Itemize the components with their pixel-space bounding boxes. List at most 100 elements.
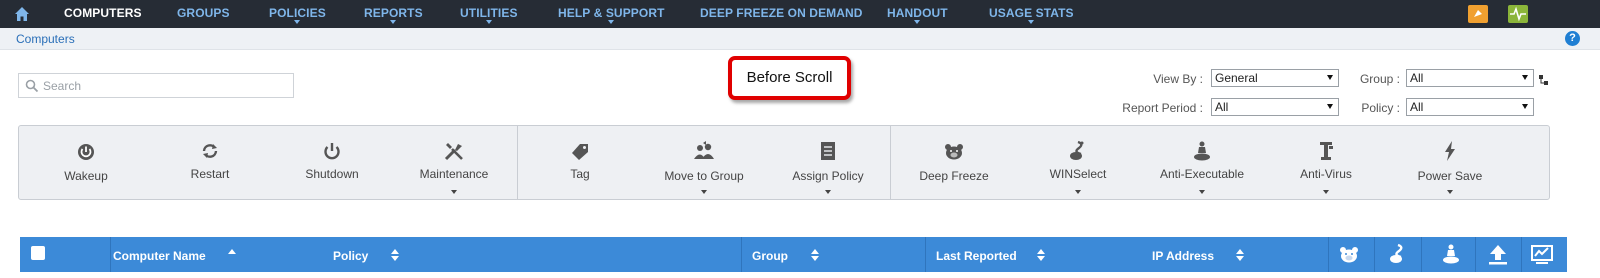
group-move-icon xyxy=(694,141,714,159)
chevron-down-icon xyxy=(1447,190,1453,194)
assign-policy-button[interactable]: Assign Policy xyxy=(766,126,890,199)
group-select[interactable]: All xyxy=(1406,69,1534,87)
anti-virus-button[interactable]: Anti-Virus xyxy=(1264,126,1388,199)
power-save-button[interactable]: Power Save xyxy=(1388,126,1512,199)
chevron-down-icon xyxy=(1522,75,1528,80)
nav-utilities[interactable]: UTILITIES xyxy=(460,0,518,28)
nav-usage-stats[interactable]: USAGE STATS xyxy=(989,0,1074,28)
sort-asc-icon[interactable] xyxy=(228,248,236,262)
monitor-icon[interactable] xyxy=(1530,243,1554,265)
column-divider xyxy=(741,237,742,272)
table-header: Computer Name Policy Group Last Reported… xyxy=(20,237,1567,272)
anti-virus-icon xyxy=(1320,142,1333,160)
column-divider xyxy=(1374,237,1375,272)
search-input[interactable] xyxy=(43,77,283,95)
shutdown-label: Shutdown xyxy=(305,167,359,181)
column-divider xyxy=(1521,237,1522,272)
column-divider xyxy=(1328,237,1329,272)
sort-icon[interactable] xyxy=(1037,248,1045,262)
restart-button[interactable]: Restart xyxy=(148,126,272,199)
maintenance-button[interactable]: Maintenance xyxy=(392,126,516,199)
anti-executable-icon[interactable] xyxy=(1439,243,1463,265)
activity-icon[interactable] xyxy=(1508,5,1528,23)
help-icon[interactable]: ? xyxy=(1565,31,1580,46)
view-by-select[interactable]: General xyxy=(1211,69,1339,87)
move-to-group-label: Move to Group xyxy=(664,169,744,183)
nav-policies[interactable]: POLICIES xyxy=(269,0,326,28)
notification-icon[interactable] xyxy=(1468,5,1488,23)
chevron-down-icon xyxy=(1327,104,1333,109)
restart-icon xyxy=(202,144,218,158)
lightning-icon xyxy=(1445,141,1455,161)
anti-executable-icon xyxy=(1194,141,1210,161)
top-navigation: COMPUTERS GROUPS POLICIES REPORTS UTILIT… xyxy=(0,0,1600,28)
chevron-down-icon xyxy=(294,20,301,24)
chevron-down-icon xyxy=(1028,20,1035,24)
tag-label: Tag xyxy=(570,167,590,181)
report-period-select[interactable]: All xyxy=(1211,98,1339,116)
shutdown-icon xyxy=(324,143,340,160)
chevron-down-icon xyxy=(1522,104,1528,109)
group-tree-icon[interactable] xyxy=(1539,72,1549,85)
column-ip-address[interactable]: IP Address xyxy=(1152,237,1214,272)
deep-freeze-icon[interactable] xyxy=(1337,243,1361,265)
group-label: Group : xyxy=(1359,72,1400,86)
nav-computers[interactable]: COMPUTERS xyxy=(64,0,142,28)
nav-handout[interactable]: HANDOUT xyxy=(887,0,948,28)
chevron-down-icon xyxy=(1199,190,1205,194)
column-computer-name[interactable]: Computer Name xyxy=(113,237,206,272)
home-icon[interactable] xyxy=(12,4,32,24)
deep-freeze-button[interactable]: Deep Freeze xyxy=(892,126,1016,199)
column-group[interactable]: Group xyxy=(752,237,788,272)
column-divider xyxy=(925,237,926,272)
winselect-icon[interactable] xyxy=(1386,243,1410,265)
power-save-label: Power Save xyxy=(1417,169,1483,183)
chevron-down-icon xyxy=(451,190,457,194)
breadcrumb-bar: Computers ? xyxy=(0,28,1600,50)
search-icon xyxy=(25,79,39,93)
chevron-down-icon xyxy=(608,20,615,24)
winselect-label: WINSelect xyxy=(1049,167,1107,181)
move-to-group-button[interactable]: Move to Group xyxy=(642,126,766,199)
nav-help-support[interactable]: HELP & SUPPORT xyxy=(558,0,665,28)
wakeup-button[interactable]: Wakeup xyxy=(24,126,148,199)
breadcrumb[interactable]: Computers xyxy=(16,32,75,46)
before-scroll-callout: Before Scroll xyxy=(728,56,851,100)
shutdown-button[interactable]: Shutdown xyxy=(272,126,392,199)
nav-deep-freeze-on-demand[interactable]: DEEP FREEZE ON DEMAND xyxy=(700,0,863,28)
toolbar-divider xyxy=(890,126,891,199)
deep-freeze-label: Deep Freeze xyxy=(919,169,989,183)
policy-icon xyxy=(821,142,835,160)
upload-icon[interactable] xyxy=(1486,243,1510,265)
column-divider xyxy=(110,237,111,272)
chevron-down-icon xyxy=(485,20,492,24)
nav-reports[interactable]: REPORTS xyxy=(364,0,423,28)
column-last-reported[interactable]: Last Reported xyxy=(936,237,1017,272)
column-divider xyxy=(1475,237,1476,272)
chevron-down-icon xyxy=(1323,190,1329,194)
policy-select[interactable]: All xyxy=(1406,98,1534,116)
chevron-down-icon xyxy=(1327,75,1333,80)
column-policy[interactable]: Policy xyxy=(333,237,368,272)
search-box[interactable] xyxy=(18,73,294,98)
tools-icon xyxy=(444,143,463,161)
chevron-down-icon xyxy=(1075,190,1081,194)
sort-icon[interactable] xyxy=(811,248,819,262)
nav-groups[interactable]: GROUPS xyxy=(177,0,230,28)
winselect-button[interactable]: WINSelect xyxy=(1016,126,1140,199)
anti-executable-button[interactable]: Anti-Executable xyxy=(1140,126,1264,199)
maintenance-label: Maintenance xyxy=(419,167,489,181)
chevron-down-icon xyxy=(914,20,921,24)
sort-icon[interactable] xyxy=(1236,248,1244,262)
assign-policy-label: Assign Policy xyxy=(792,169,864,183)
view-by-label: View By : xyxy=(1153,72,1203,86)
anti-executable-label: Anti-Executable xyxy=(1159,167,1245,181)
select-all-checkbox[interactable] xyxy=(31,246,45,260)
winselect-icon xyxy=(1070,140,1084,160)
tag-button[interactable]: Tag xyxy=(518,126,642,199)
sort-icon[interactable] xyxy=(391,248,399,262)
power-icon xyxy=(78,144,94,160)
report-period-label: Report Period : xyxy=(1122,101,1203,115)
anti-virus-label: Anti-Virus xyxy=(1300,167,1352,181)
wakeup-label: Wakeup xyxy=(64,169,108,183)
